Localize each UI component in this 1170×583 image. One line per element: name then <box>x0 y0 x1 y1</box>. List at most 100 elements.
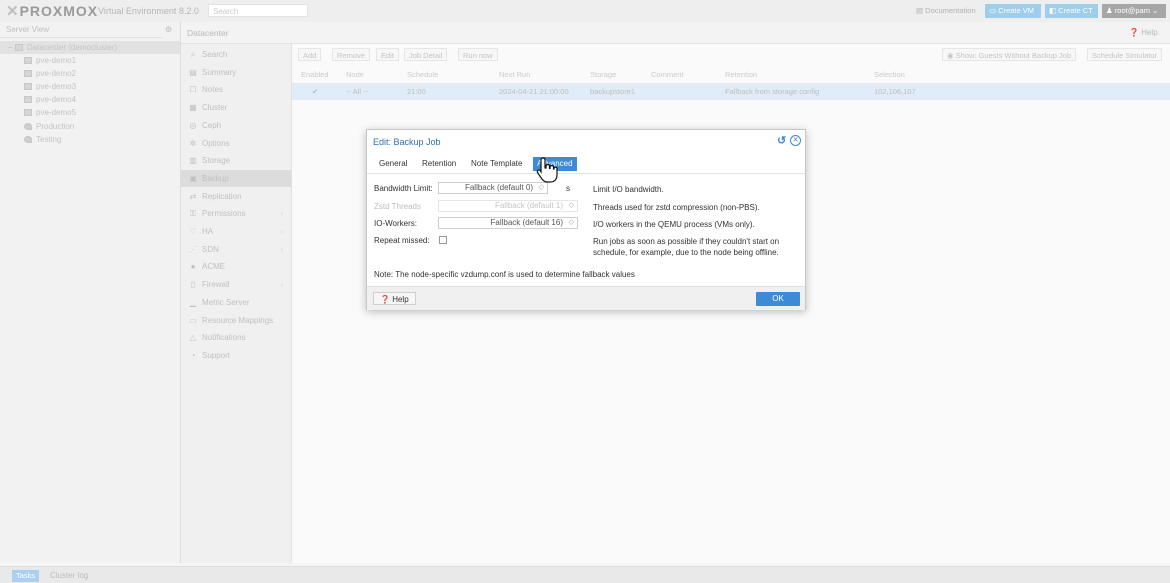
user-menu-button[interactable]: ♟ root@pam ⌄ <box>1102 4 1166 18</box>
column-header[interactable]: Node <box>346 70 364 79</box>
menu-item-notifications[interactable]: △ Notifications <box>181 329 291 346</box>
remove-button[interactable]: Remove <box>332 48 370 61</box>
close-icon[interactable]: ✕ <box>790 135 801 146</box>
bar-chart-icon: ▁ <box>189 297 197 307</box>
shield-icon: ▯ <box>190 280 196 290</box>
column-header[interactable]: Next Run <box>499 70 530 79</box>
tree-item-pool[interactable]: Testing <box>0 133 180 146</box>
menu-item-acme[interactable]: ● ACME <box>181 258 291 275</box>
certificate-icon: ● <box>190 262 196 272</box>
menu-item-ceph[interactable]: ◎ Ceph <box>181 117 291 134</box>
cell-next-run: 2024-04-21 21:00:00 <box>499 87 569 96</box>
table-row[interactable]: ✔ -- All -- 21:00 2024-04-21 21:00:00 ba… <box>292 84 1170 100</box>
menu-item-metric-server[interactable]: ▁ Metric Server <box>181 294 291 311</box>
io-workers-description: I/O workers in the QEMU process (VMs onl… <box>593 220 755 229</box>
run-now-button[interactable]: Run now <box>458 48 498 61</box>
top-header: ✕ PROXMOX Virtual Environment 8.2.0 Sear… <box>0 0 1170 23</box>
proxmox-logo: ✕ PROXMOX <box>6 3 99 20</box>
show-guests-button[interactable]: ◉ Show: Guests Without Backup Job <box>942 48 1077 61</box>
menu-item-permissions[interactable]: ⚿ Permissions › <box>181 205 291 222</box>
cell-schedule: 21:00 <box>407 87 426 96</box>
column-header[interactable]: Schedule <box>407 70 438 79</box>
menu-item-search[interactable]: ⌕ Search <box>181 46 291 63</box>
documentation-button[interactable]: ▤ Documentation <box>912 4 980 18</box>
create-vm-button[interactable]: ▭ Create VM <box>985 4 1041 18</box>
menu-item-resource-mappings[interactable]: ▭ Resource Mappings <box>181 312 291 329</box>
tree-item-node[interactable]: pve-demo3 <box>0 80 180 93</box>
collapse-icon: − <box>8 43 13 52</box>
book-icon: ▤ <box>916 6 926 15</box>
logo-x-icon: ✕ <box>6 3 19 20</box>
tab-general[interactable]: General <box>379 157 407 171</box>
tab-cluster-log[interactable]: Cluster log <box>50 570 88 582</box>
question-icon: ❓ <box>1129 28 1139 37</box>
chevron-right-icon: › <box>280 209 283 219</box>
tab-divider <box>367 173 805 174</box>
tree-item-node[interactable]: pve-demo4 <box>0 93 180 106</box>
tab-retention[interactable]: Retention <box>422 157 456 171</box>
zstd-threads-field: Fallback (default 1) ◇ <box>438 200 578 212</box>
tree-item-datacenter[interactable]: − Datacenter (democluster) <box>0 41 180 54</box>
column-header[interactable]: Comment <box>651 70 684 79</box>
view-selector[interactable]: Server View <box>0 22 163 38</box>
ok-button[interactable]: OK <box>756 292 800 306</box>
page-title: Datacenter <box>187 28 229 38</box>
repeat-missed-label: Repeat missed: <box>374 236 430 245</box>
eye-icon: ◉ <box>947 51 956 60</box>
column-header[interactable]: Enabled <box>301 70 329 79</box>
menu-item-firewall[interactable]: ▯ Firewall › <box>181 276 291 293</box>
menu-item-sdn[interactable]: ⋰ SDN › <box>181 241 291 258</box>
repeat-missed-checkbox[interactable] <box>439 236 447 244</box>
zstd-threads-label: Zstd Threads <box>374 202 421 211</box>
sdn-icon: ⋰ <box>189 244 197 254</box>
server-icon <box>24 96 32 104</box>
column-header[interactable]: Retention <box>725 70 757 79</box>
chevron-right-icon: › <box>280 227 283 236</box>
zstd-description: Threads used for zstd compression (non-P… <box>593 203 760 212</box>
cell-storage: backupstore1 <box>590 87 636 96</box>
dialog-title: Edit: Backup Job <box>373 137 441 147</box>
help-link[interactable]: ❓ Help <box>1129 28 1158 37</box>
fallback-note: Note: The node-specific vzdump.conf is u… <box>374 270 635 279</box>
edit-button[interactable]: Edit <box>376 48 399 61</box>
add-button[interactable]: Add <box>298 48 322 61</box>
notes-icon: ☐ <box>189 85 197 95</box>
io-workers-field[interactable]: Fallback (default 16) ◇ <box>438 217 578 229</box>
bandwidth-description: Limit I/O bandwidth. <box>593 185 664 194</box>
menu-item-storage[interactable]: ▥ Storage <box>181 152 291 169</box>
bandwidth-limit-field[interactable]: Fallback (default 0) ◇ <box>438 182 548 194</box>
cell-node: -- All -- <box>346 87 369 96</box>
tab-tasks[interactable]: Tasks <box>12 570 40 582</box>
menu-item-replication[interactable]: ⇄ Replication <box>181 188 291 205</box>
logo-wordmark: PROXMOX <box>19 3 99 19</box>
reset-icon[interactable]: ↺ <box>777 134 786 147</box>
column-header[interactable]: Selection <box>874 70 905 79</box>
help-button[interactable]: ❓ Help <box>373 292 416 305</box>
repeat-missed-description: Run jobs as soon as possible if they cou… <box>593 237 780 257</box>
column-header[interactable]: Storage <box>590 70 616 79</box>
server-icon <box>24 70 32 78</box>
tree-item-node[interactable]: pve-demo5 <box>0 106 180 119</box>
schedule-simulator-button[interactable]: Schedule Simulator <box>1087 48 1163 61</box>
tree-item-pool[interactable]: Production <box>0 120 180 133</box>
desktop-icon: ▭ <box>989 6 999 15</box>
menu-item-notes[interactable]: ☐ Notes <box>181 81 291 98</box>
menu-item-cluster[interactable]: ▦ Cluster <box>181 99 291 116</box>
chevron-right-icon: › <box>280 244 283 254</box>
spinner-icon[interactable]: ◇ <box>569 218 574 228</box>
menu-item-ha[interactable]: ♡ HA › <box>181 223 291 240</box>
job-detail-button[interactable]: Job Detail <box>404 48 448 61</box>
menu-item-support[interactable]: ◔ Support <box>181 347 291 364</box>
menu-item-backup[interactable]: ▣ Backup <box>181 169 291 187</box>
tree-item-node[interactable]: pve-demo1 <box>0 54 180 67</box>
menu-item-summary[interactable]: ▤ Summary <box>181 64 291 81</box>
spinner-icon[interactable]: ◇ <box>539 183 544 193</box>
backup-toolbar: Add Remove Edit Job Detail Run now ◉ Sho… <box>292 44 1170 66</box>
heartbeat-icon: ♡ <box>189 227 197 236</box>
menu-item-options[interactable]: ✲ Options <box>181 135 291 152</box>
gear-icon[interactable]: ⚙ <box>165 25 172 34</box>
tab-note-template[interactable]: Note Template <box>471 157 522 171</box>
search-input[interactable]: Search <box>208 4 308 17</box>
create-ct-button[interactable]: ◧ Create CT <box>1045 4 1098 18</box>
tree-item-node[interactable]: pve-demo2 <box>0 67 180 80</box>
